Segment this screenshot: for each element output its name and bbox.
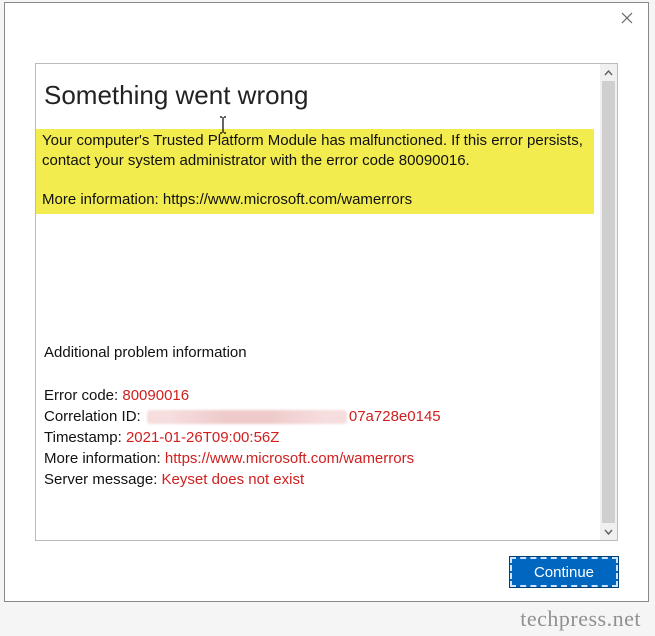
dialog-content-frame: Something went wrong Your computer's Tru… [35, 63, 618, 541]
detail-error-code: Error code: 80090016 [44, 385, 600, 406]
redacted-correlation-id [147, 410, 347, 424]
dialog-body: Something went wrong Your computer's Tru… [36, 64, 600, 540]
server-message-label: Server message: [44, 471, 162, 488]
error-dialog: Something went wrong Your computer's Tru… [4, 2, 649, 602]
watermark-text: techpress.net [520, 606, 641, 632]
detail-correlation-id: Correlation ID: 07a728e0145 [44, 406, 600, 427]
highlighted-message: Your computer's Trusted Platform Module … [36, 129, 594, 214]
correlation-id-label: Correlation ID: [44, 408, 145, 425]
chevron-down-icon [604, 529, 613, 535]
chevron-up-icon [604, 70, 613, 76]
detail-more-info: More information: https://www.microsoft.… [44, 448, 600, 469]
detail-server-message: Server message: Keyset does not exist [44, 469, 600, 490]
problem-details: Error code: 80090016 Correlation ID: 07a… [42, 385, 600, 490]
error-message-main: Your computer's Trusted Platform Module … [36, 131, 590, 172]
correlation-id-suffix: 07a728e0145 [349, 408, 441, 425]
dialog-title: Something went wrong [44, 80, 600, 111]
server-message-value: Keyset does not exist [162, 471, 305, 488]
vertical-scrollbar[interactable] [600, 64, 617, 540]
more-info-link[interactable]: https://www.microsoft.com/wamerrors [165, 450, 414, 467]
error-code-value: 80090016 [122, 387, 189, 404]
close-icon [621, 12, 633, 24]
scroll-down-arrow[interactable] [600, 523, 617, 540]
error-message-more-info: More information: https://www.microsoft.… [36, 190, 590, 210]
blank-line [36, 172, 590, 190]
close-button[interactable] [618, 9, 636, 27]
timestamp-value: 2021-01-26T09:00:56Z [126, 429, 279, 446]
continue-button[interactable]: Continue [510, 557, 618, 587]
more-info-label: More information: [44, 450, 165, 467]
scrollbar-track[interactable] [600, 81, 617, 523]
additional-info-heading: Additional problem information [42, 344, 600, 361]
scroll-up-arrow[interactable] [600, 64, 617, 81]
scrollbar-thumb[interactable] [602, 81, 615, 523]
error-code-label: Error code: [44, 387, 122, 404]
detail-timestamp: Timestamp: 2021-01-26T09:00:56Z [44, 427, 600, 448]
timestamp-label: Timestamp: [44, 429, 126, 446]
